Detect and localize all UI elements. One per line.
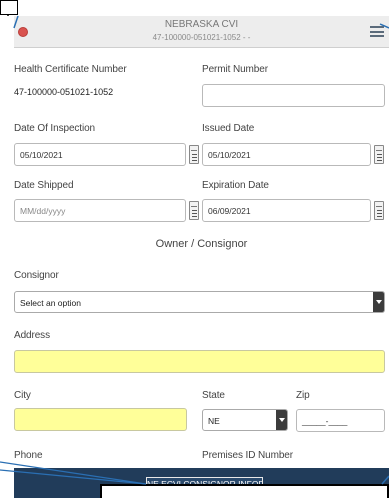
date-shipped-label: Date Shipped (14, 180, 74, 191)
health-certificate-value: 47-100000-051021-1052 (14, 87, 114, 97)
bottom-callout-panel (100, 484, 389, 498)
dropdown-arrow-icon (373, 292, 384, 312)
expiration-date-label: Expiration Date (202, 180, 269, 191)
date-of-inspection-label: Date Of Inspection (14, 123, 96, 134)
calendar-icon[interactable] (189, 145, 199, 164)
issued-date-label: Issued Date (202, 123, 255, 134)
address-label: Address (14, 330, 50, 341)
page-title: NEBRASKA CVI (164, 19, 239, 30)
issued-date-input[interactable]: 05/10/2021 (202, 143, 371, 166)
date-shipped-input[interactable]: MM/dd/yyyy (14, 199, 186, 222)
state-label: State (202, 390, 225, 401)
calendar-icon[interactable] (374, 201, 384, 220)
page-subtitle: 47-100000-051021-1052 - - (152, 33, 251, 42)
address-input[interactable] (14, 350, 385, 373)
permit-number-input[interactable] (202, 84, 385, 107)
city-input[interactable] (14, 408, 187, 431)
city-label: City (14, 390, 31, 401)
calendar-icon[interactable] (374, 145, 384, 164)
expiration-date-input[interactable]: 06/09/2021 (202, 199, 371, 222)
owner-consignor-heading: Owner / Consignor (155, 238, 248, 250)
phone-label: Phone (14, 450, 43, 461)
dropdown-arrow-icon (276, 410, 287, 430)
zip-label: Zip (296, 390, 310, 401)
zip-input[interactable]: _____-____ (296, 409, 385, 432)
health-certificate-label: Health Certificate Number (14, 64, 127, 75)
permit-number-label: Permit Number (202, 64, 268, 75)
calendar-icon[interactable] (189, 201, 199, 220)
consignor-select[interactable]: Select an option (14, 291, 385, 313)
state-select[interactable]: NE (202, 409, 288, 431)
premises-id-label: Premises ID Number (202, 450, 293, 461)
date-of-inspection-input[interactable]: 05/10/2021 (14, 143, 186, 166)
app-header: NEBRASKA CVI 47-100000-051021-1052 - - (14, 16, 389, 48)
menu-icon[interactable] (370, 26, 384, 37)
consignor-label: Consignor (14, 270, 59, 281)
